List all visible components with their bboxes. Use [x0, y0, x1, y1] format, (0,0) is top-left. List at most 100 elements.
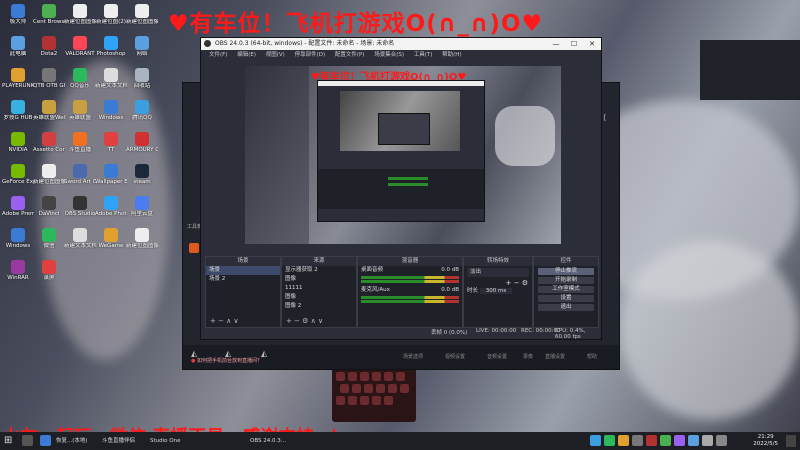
desktop-icon[interactable]: Cent Browser: [33, 4, 65, 34]
desktop-icon[interactable]: 新建位图图像: [33, 164, 65, 194]
menu-scene-collection[interactable]: 场景集合(S): [374, 52, 404, 58]
desktop-icon[interactable]: Photoshop: [95, 36, 127, 66]
desktop-icon[interactable]: 新建位图图像: [126, 228, 158, 258]
studio-mode-button[interactable]: 工作室模式: [538, 286, 594, 293]
preview-canvas[interactable]: ♥有车位！飞机打游戏O(∩_∩)O♥: [245, 66, 561, 244]
desktop-icon[interactable]: 极大师: [2, 4, 34, 34]
desktop-icon[interactable]: TT: [95, 132, 127, 162]
start-icon[interactable]: ⊞: [4, 435, 12, 446]
source-item[interactable]: 11111: [282, 284, 356, 293]
source-item[interactable]: 图像 2: [282, 302, 356, 311]
obs-titlebar[interactable]: OBS 24.0.3 (64-bit, windows) - 配置文件: 未命名…: [201, 38, 601, 50]
menu-view[interactable]: 视图(V): [266, 52, 285, 58]
desktop-icon[interactable]: Sword Art Online: [64, 164, 96, 194]
explorer-icon[interactable]: [40, 435, 51, 446]
exit-button[interactable]: 退出: [538, 304, 594, 311]
desktop-icon[interactable]: 罗技G HUB: [2, 100, 34, 130]
desktop-icon[interactable]: NVIDIA: [2, 132, 34, 162]
desktop-icon[interactable]: Dota2: [33, 36, 65, 66]
desktop-icon[interactable]: steam: [126, 164, 158, 194]
tool-record[interactable]: 录像: [523, 353, 533, 360]
tool-video-settings[interactable]: 视频设置: [445, 353, 465, 360]
desktop-icon[interactable]: PLAYERUNKNOWN BATTLEGROUNDS: [2, 68, 34, 98]
tool-audio-settings[interactable]: 音频设置: [487, 353, 507, 360]
desktop-icon[interactable]: QTB OTB GUI: [33, 68, 65, 98]
record-icon[interactable]: [189, 243, 199, 253]
source-item[interactable]: 显示器获取 2: [282, 266, 356, 275]
menu-edit[interactable]: 编辑(E): [237, 52, 256, 58]
tool-scene-options[interactable]: 场景选项: [403, 353, 423, 360]
taskbar-clock[interactable]: 21:29 2022/5/5: [753, 434, 778, 448]
desktop-icon[interactable]: 新建位图(2): [95, 4, 127, 34]
desktop-icon[interactable]: 新建文本文档: [64, 228, 96, 258]
desktop-icon[interactable]: Adobe Premiere: [2, 196, 34, 226]
scene-controls[interactable]: + − ∧ ∨: [210, 317, 239, 325]
ime-icon[interactable]: [716, 435, 727, 446]
taskbar-item[interactable]: 恢复...(本地): [56, 434, 88, 448]
taskbar-item[interactable]: Studio One: [150, 434, 180, 448]
scene-item[interactable]: 场景: [206, 266, 280, 275]
desktop-icon[interactable]: Assetto Corsa: [33, 132, 65, 162]
notification-icon[interactable]: [786, 435, 796, 447]
desktop-icon[interactable]: 腾讯QQ: [126, 100, 158, 130]
desktop-icon[interactable]: Adobe Photoshop: [95, 196, 127, 226]
transition-select[interactable]: 淡出: [467, 268, 529, 277]
volume-icon[interactable]: [702, 435, 713, 446]
desktop-icon[interactable]: 英雄联盟WeGame: [33, 100, 65, 130]
minimize-button[interactable]: —: [547, 38, 565, 50]
tray-icon[interactable]: [618, 435, 629, 446]
desktop-icon[interactable]: VALORANT: [64, 36, 96, 66]
start-record-button[interactable]: 开始录制: [538, 277, 594, 284]
tray-icon[interactable]: [646, 435, 657, 446]
duration-input[interactable]: 300 ms: [479, 288, 513, 294]
menu-profile[interactable]: 配置文件(P): [335, 52, 365, 58]
tray-icon[interactable]: [632, 435, 643, 446]
desktop-icon[interactable]: DaVinci: [33, 196, 65, 226]
desktop-icon[interactable]: OBS Studio: [64, 196, 96, 226]
desktop-icon[interactable]: 新建位图图像: [126, 4, 158, 34]
desktop-icon[interactable]: 微信: [33, 228, 65, 258]
desktop-icon[interactable]: 新建文本文档: [95, 68, 127, 98]
source-item[interactable]: 图像: [282, 293, 356, 302]
notice-text[interactable]: ● 如何把手机前台放到直播间？: [183, 357, 262, 364]
tool-live-settings[interactable]: 直播设置: [545, 353, 565, 360]
taskbar-item[interactable]: 斗鱼直播伴侣: [102, 434, 135, 448]
desktop-icon[interactable]: 新建位图图像: [64, 4, 96, 34]
taskbar-item[interactable]: OBS 24.0.3...: [250, 434, 286, 448]
source-controls[interactable]: + − ⚙ ∧ ∨: [286, 317, 323, 325]
menu-tools[interactable]: 工具(T): [414, 52, 433, 58]
desktop-icon[interactable]: Wallpaper Engine: [95, 164, 127, 194]
desktop-icon[interactable]: 网络: [126, 36, 158, 66]
desktop-icon[interactable]: ARMOURY CRATE: [126, 132, 158, 162]
menu-help[interactable]: 帮助(H): [442, 52, 461, 58]
desktop-icon[interactable]: 录屏: [33, 260, 65, 290]
share-icon[interactable]: ⟨: [603, 113, 606, 122]
desktop-icon[interactable]: 英雄联盟: [64, 100, 96, 130]
scene-item[interactable]: 场景 2: [206, 275, 280, 284]
tray-icon[interactable]: [604, 435, 615, 446]
network-icon[interactable]: [688, 435, 699, 446]
menu-docks[interactable]: 停靠部件(D): [295, 52, 326, 58]
tray-icon[interactable]: [674, 435, 685, 446]
desktop-icon[interactable]: WeGame: [95, 228, 127, 258]
close-button[interactable]: ✕: [583, 38, 601, 50]
desktop-icon[interactable]: QQ音乐: [64, 68, 96, 98]
tool-help[interactable]: 帮助: [587, 353, 597, 360]
tray-icon[interactable]: [590, 435, 601, 446]
menu-file[interactable]: 文件(F): [209, 52, 227, 58]
desktop-icon[interactable]: 斗鱼直播: [64, 132, 96, 162]
source-item[interactable]: 图像: [282, 275, 356, 284]
desktop-icon[interactable]: 回收站: [126, 68, 158, 98]
search-icon[interactable]: [22, 435, 33, 446]
settings-button[interactable]: 设置: [538, 295, 594, 302]
stop-stream-button[interactable]: 停止推流: [538, 268, 594, 275]
desktop-icon[interactable]: Windows: [95, 100, 127, 130]
desktop-icon[interactable]: GeForce Experience: [2, 164, 34, 194]
desktop-icon[interactable]: 阿里云盘: [126, 196, 158, 226]
maximize-button[interactable]: ☐: [565, 38, 583, 50]
desktop-icon[interactable]: WinRAR: [2, 260, 34, 290]
desktop-icon[interactable]: Windows: [2, 228, 34, 258]
tray-icon[interactable]: [660, 435, 671, 446]
desktop-icon[interactable]: 此电脑: [2, 36, 34, 66]
transition-controls[interactable]: + − ⚙: [464, 279, 532, 287]
